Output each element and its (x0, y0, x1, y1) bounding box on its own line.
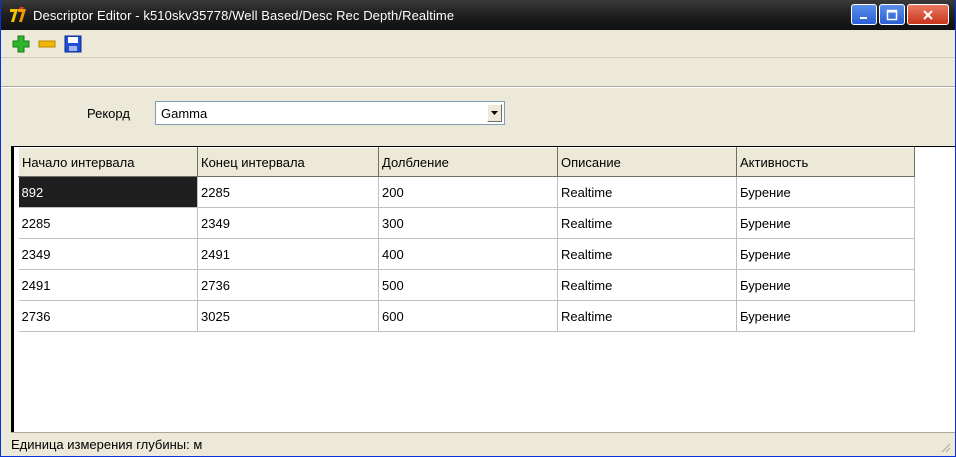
table-row[interactable]: 892 2285 200 Realtime Бурение (18, 176, 915, 208)
title-bar[interactable]: Descriptor Editor - k510skv35778/Well Ba… (1, 0, 955, 30)
cell-start[interactable]: 2349 (18, 238, 198, 270)
table-row[interactable]: 2491 2736 500 Realtime Бурение (18, 269, 915, 301)
cell-start[interactable]: 2491 (18, 269, 198, 301)
status-text: Единица измерения глубины: м (11, 437, 203, 452)
cell-start[interactable]: 2285 (18, 207, 198, 239)
cell-description[interactable]: Realtime (557, 176, 737, 208)
cell-description[interactable]: Realtime (557, 238, 737, 270)
header-row: Начало интервала Конец интервала Долблен… (18, 147, 915, 177)
record-label: Рекорд (87, 106, 130, 121)
close-icon (923, 9, 933, 20)
remove-button[interactable] (37, 34, 57, 54)
minimize-button[interactable] (851, 4, 877, 25)
status-bar: Единица измерения глубины: м (11, 432, 955, 456)
cell-drilling[interactable]: 300 (378, 207, 558, 239)
cell-activity[interactable]: Бурение (736, 176, 915, 208)
cell-activity[interactable]: Бурение (736, 300, 915, 332)
interval-table: Начало интервала Конец интервала Долблен… (18, 147, 915, 332)
cell-drilling[interactable]: 500 (378, 269, 558, 301)
cell-drilling[interactable]: 600 (378, 300, 558, 332)
record-select[interactable]: Gamma (155, 101, 505, 125)
panel-edge (1, 58, 11, 456)
chevron-down-icon (491, 111, 498, 115)
descriptor-editor-window: Descriptor Editor - k510skv35778/Well Ba… (0, 0, 956, 457)
interval-grid[interactable]: Начало интервала Конец интервала Долблен… (11, 146, 955, 432)
column-header-start[interactable]: Начало интервала (18, 147, 198, 177)
column-header-drilling[interactable]: Долбление (378, 147, 558, 177)
column-header-description[interactable]: Описание (557, 147, 737, 177)
maximize-button[interactable] (879, 4, 905, 25)
cell-end[interactable]: 2736 (197, 269, 379, 301)
resize-grip-icon[interactable] (939, 441, 951, 453)
cell-start[interactable]: 2736 (18, 300, 198, 332)
cell-activity[interactable]: Бурение (736, 269, 915, 301)
maximize-icon (886, 9, 898, 20)
cell-activity[interactable]: Бурение (736, 207, 915, 239)
add-icon (12, 35, 30, 52)
cell-end[interactable]: 2349 (197, 207, 379, 239)
cell-description[interactable]: Realtime (557, 207, 737, 239)
remove-icon (38, 40, 56, 47)
cell-end[interactable]: 2491 (197, 238, 379, 270)
dropdown-button[interactable] (487, 104, 502, 122)
table-row[interactable]: 2736 3025 600 Realtime Бурение (18, 300, 915, 332)
cell-drilling[interactable]: 400 (378, 238, 558, 270)
minimize-icon (860, 16, 867, 19)
cell-drilling[interactable]: 200 (378, 176, 558, 208)
record-select-value: Gamma (161, 105, 208, 121)
table-row[interactable]: 2285 2349 300 Realtime Бурение (18, 207, 915, 239)
column-header-activity[interactable]: Активность (736, 147, 915, 177)
cell-activity[interactable]: Бурение (736, 238, 915, 270)
app-logo-icon (9, 6, 27, 24)
save-icon (64, 35, 82, 52)
cell-description[interactable]: Realtime (557, 300, 737, 332)
divider (1, 86, 955, 88)
window-title: Descriptor Editor - k510skv35778/Well Ba… (33, 7, 455, 23)
table-row[interactable]: 2349 2491 400 Realtime Бурение (18, 238, 915, 270)
cell-end[interactable]: 3025 (197, 300, 379, 332)
close-button[interactable] (907, 4, 949, 25)
cell-end[interactable]: 2285 (197, 176, 379, 208)
cell-description[interactable]: Realtime (557, 269, 737, 301)
window-controls (851, 4, 949, 25)
cell-start[interactable]: 892 (18, 176, 198, 208)
toolbar (1, 30, 955, 58)
add-button[interactable] (11, 34, 31, 54)
column-header-end[interactable]: Конец интервала (197, 147, 379, 177)
save-button[interactable] (63, 34, 83, 54)
